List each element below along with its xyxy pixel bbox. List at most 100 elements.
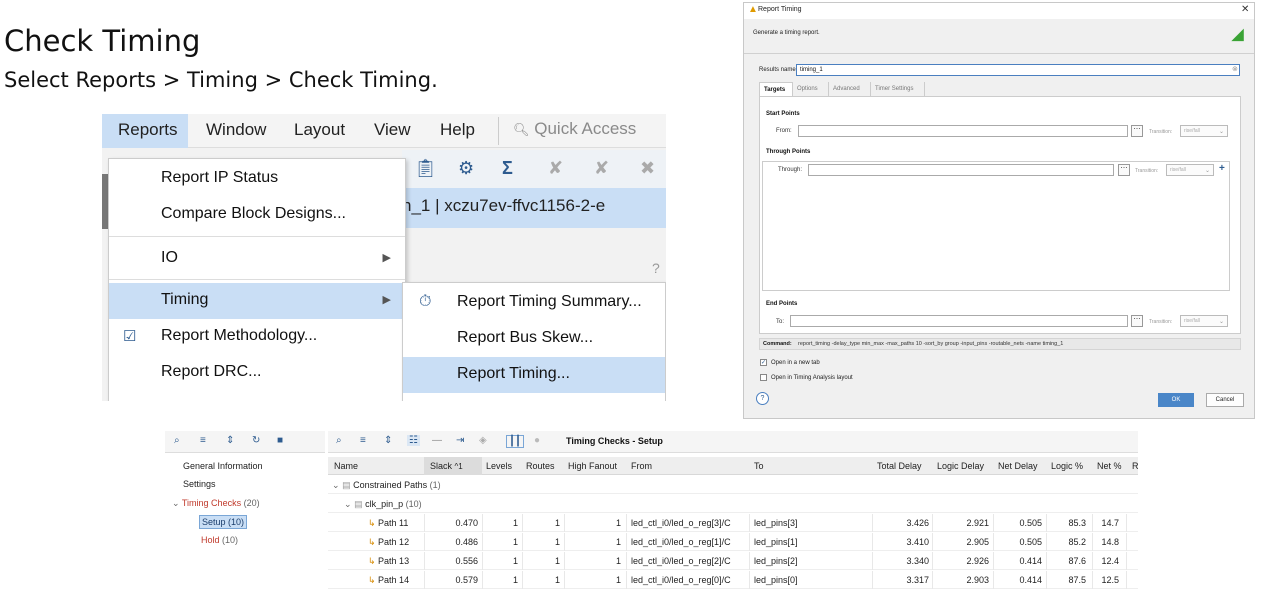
quick-access-field[interactable]: 🔍︎ Quick Access	[498, 117, 666, 145]
menu-item-report-timing[interactable]: Report Timing...	[403, 357, 665, 393]
tree-item-settings[interactable]: Settings	[183, 479, 216, 489]
tab-options[interactable]: Options	[793, 82, 829, 96]
from-transition-select[interactable]: rise/fall ⌄	[1180, 125, 1228, 137]
menu-item-report-bus-skew[interactable]: Report Bus Skew...	[403, 321, 665, 357]
route-icon[interactable]: ✘	[548, 158, 563, 179]
menu-item-report-timing-summary[interactable]: ⏱︎ Report Timing Summary...	[403, 285, 665, 321]
menu-view[interactable]: View	[374, 120, 411, 140]
col-to[interactable]: To	[754, 461, 764, 471]
close-icon[interactable]: ✕	[1241, 4, 1249, 15]
from-input[interactable]	[798, 125, 1128, 137]
results-name-input[interactable]: timing_1	[796, 64, 1240, 76]
col-routes[interactable]: Routes	[526, 461, 555, 471]
through-points-list	[762, 161, 1230, 291]
table-row[interactable]: ↳ Path 12 0.486 1 1 1 3.410 2.905 0.505 85.2 14.8…	[328, 533, 1138, 551]
col-total-delay[interactable]: Total Delay	[877, 461, 922, 471]
through-input[interactable]	[808, 164, 1114, 176]
to-browse-button[interactable]: ⋯	[1131, 315, 1143, 327]
group-row-constrained-paths[interactable]: ⌄ ▤ Constrained Paths (1)	[328, 476, 1138, 494]
menu-item-io[interactable]: IO ▶	[109, 241, 405, 277]
menu-layout[interactable]: Layout	[294, 120, 345, 140]
column-divider	[522, 571, 523, 589]
cell-from: led_ctl_i0/led_o_reg[1]/C	[631, 537, 731, 547]
save-icon[interactable]: ■	[277, 435, 283, 446]
menu-help[interactable]: Help	[440, 120, 475, 140]
cancel-button[interactable]: Cancel	[1206, 393, 1244, 407]
expand-icon[interactable]: ⇕	[384, 435, 392, 446]
menu-item-report-methodology[interactable]: ☑ Report Methodology...	[109, 319, 405, 355]
column-divider	[932, 571, 933, 589]
tree-item-timing-checks[interactable]: ⌄ Timing Checks (20)	[172, 498, 260, 509]
tab-targets[interactable]: Targets	[759, 82, 793, 96]
col-high-fanout[interactable]: High Fanout	[568, 461, 617, 471]
clear-input-icon[interactable]: ⊗	[1232, 65, 1238, 73]
to-transition-select[interactable]: rise/fall ⌄	[1180, 315, 1228, 327]
sort-indicator: ^1	[454, 462, 463, 471]
search-icon[interactable]: ⌕	[336, 435, 342, 446]
column-divider	[872, 514, 873, 532]
column-divider	[626, 533, 627, 551]
cancel-run-icon[interactable]: ✖	[640, 158, 655, 179]
tab-timer-settings[interactable]: Timer Settings	[871, 82, 925, 96]
column-divider	[482, 571, 483, 589]
refresh-icon[interactable]: ↻	[252, 435, 260, 446]
through-transition-select[interactable]: rise/fall ⌄	[1166, 164, 1214, 176]
transition-value: rise/fall	[1184, 128, 1200, 134]
col-net-delay[interactable]: Net Delay	[998, 461, 1038, 471]
group-row-clock[interactable]: ⌄ ▤ clk_pin_p (10)	[328, 495, 1138, 513]
from-browse-button[interactable]: ⋯	[1131, 125, 1143, 137]
column-divider	[1046, 552, 1047, 570]
menu-item-report-ip-status[interactable]: Report IP Status	[109, 161, 405, 197]
menu-item-report-drc[interactable]: Report DRC...	[109, 355, 405, 391]
col-truncated[interactable]: R	[1132, 461, 1139, 471]
menu-separator	[109, 279, 405, 280]
dialog-divider	[744, 53, 1254, 54]
minus-icon[interactable]: —	[432, 435, 442, 446]
cell-to: led_pins[3]	[754, 518, 798, 528]
ok-button[interactable]: OK	[1158, 393, 1194, 407]
table-row[interactable]: ↳ Path 14 0.579 1 1 1 3.317 2.903 0.414 87.5 12.5…	[328, 571, 1138, 589]
menu-window[interactable]: Window	[206, 120, 266, 140]
collapse-all-icon[interactable]: ≡	[200, 435, 206, 446]
col-logic-pct[interactable]: Logic %	[1051, 461, 1083, 471]
path-icon: ↳	[368, 537, 379, 547]
unroute-icon[interactable]: ✘	[594, 158, 609, 179]
columns-icon[interactable]: ┃┃	[506, 435, 525, 448]
help-button[interactable]: ?	[756, 392, 769, 405]
chevron-down-icon: ⌄	[172, 498, 180, 508]
open-new-tab-checkbox[interactable]: ✓	[760, 359, 767, 366]
column-divider	[1092, 552, 1093, 570]
through-browse-button[interactable]: ⋯	[1118, 164, 1130, 176]
search-icon[interactable]: ⌕	[174, 435, 180, 446]
hold-label: Hold	[201, 535, 220, 545]
menu-reports[interactable]: Reports	[118, 120, 178, 140]
menu-item-compare-block-designs[interactable]: Compare Block Designs...	[109, 197, 405, 233]
table-row[interactable]: ↳ Path 11 0.470 1 1 1 3.426 2.921 0.505 85.3 14.7…	[328, 514, 1138, 532]
col-logic-delay[interactable]: Logic Delay	[937, 461, 984, 471]
col-slack[interactable]: Slack ^1	[430, 461, 463, 471]
col-net-pct[interactable]: Net %	[1097, 461, 1122, 471]
tree-item-hold[interactable]: Hold (10)	[201, 535, 238, 545]
cell-slack: 0.579	[455, 575, 478, 585]
menu-item-timing[interactable]: Timing ▶	[109, 283, 405, 319]
open-timing-layout-checkbox[interactable]	[760, 374, 767, 381]
table-row[interactable]: ↳ Path 13 0.556 1 1 1 3.340 2.926 0.414 87.6 12.4…	[328, 552, 1138, 570]
cell-logic-pct: 85.3	[1068, 518, 1086, 528]
column-divider	[1126, 514, 1127, 532]
to-input[interactable]	[790, 315, 1128, 327]
gear-icon[interactable]: ⚙	[458, 158, 474, 179]
col-levels[interactable]: Levels	[486, 461, 512, 471]
tree-item-setup[interactable]: Setup (10)	[199, 515, 248, 529]
clipboard-check-icon[interactable]: 📋︎	[414, 158, 437, 179]
sigma-icon[interactable]: Σ	[502, 158, 513, 179]
add-through-icon[interactable]: +	[1219, 163, 1225, 174]
col-from[interactable]: From	[631, 461, 652, 471]
col-name[interactable]: Name	[334, 461, 358, 471]
tree-item-general-information[interactable]: General Information	[183, 461, 263, 471]
collapse-all-icon[interactable]: ≡	[360, 435, 366, 446]
expand-icon[interactable]: ⇕	[226, 435, 234, 446]
marker-icon[interactable]: ◈	[479, 435, 487, 446]
export-icon[interactable]: ⇥	[456, 435, 464, 446]
hierarchy-icon[interactable]: ☷	[407, 435, 420, 446]
tab-advanced[interactable]: Advanced	[829, 82, 871, 96]
